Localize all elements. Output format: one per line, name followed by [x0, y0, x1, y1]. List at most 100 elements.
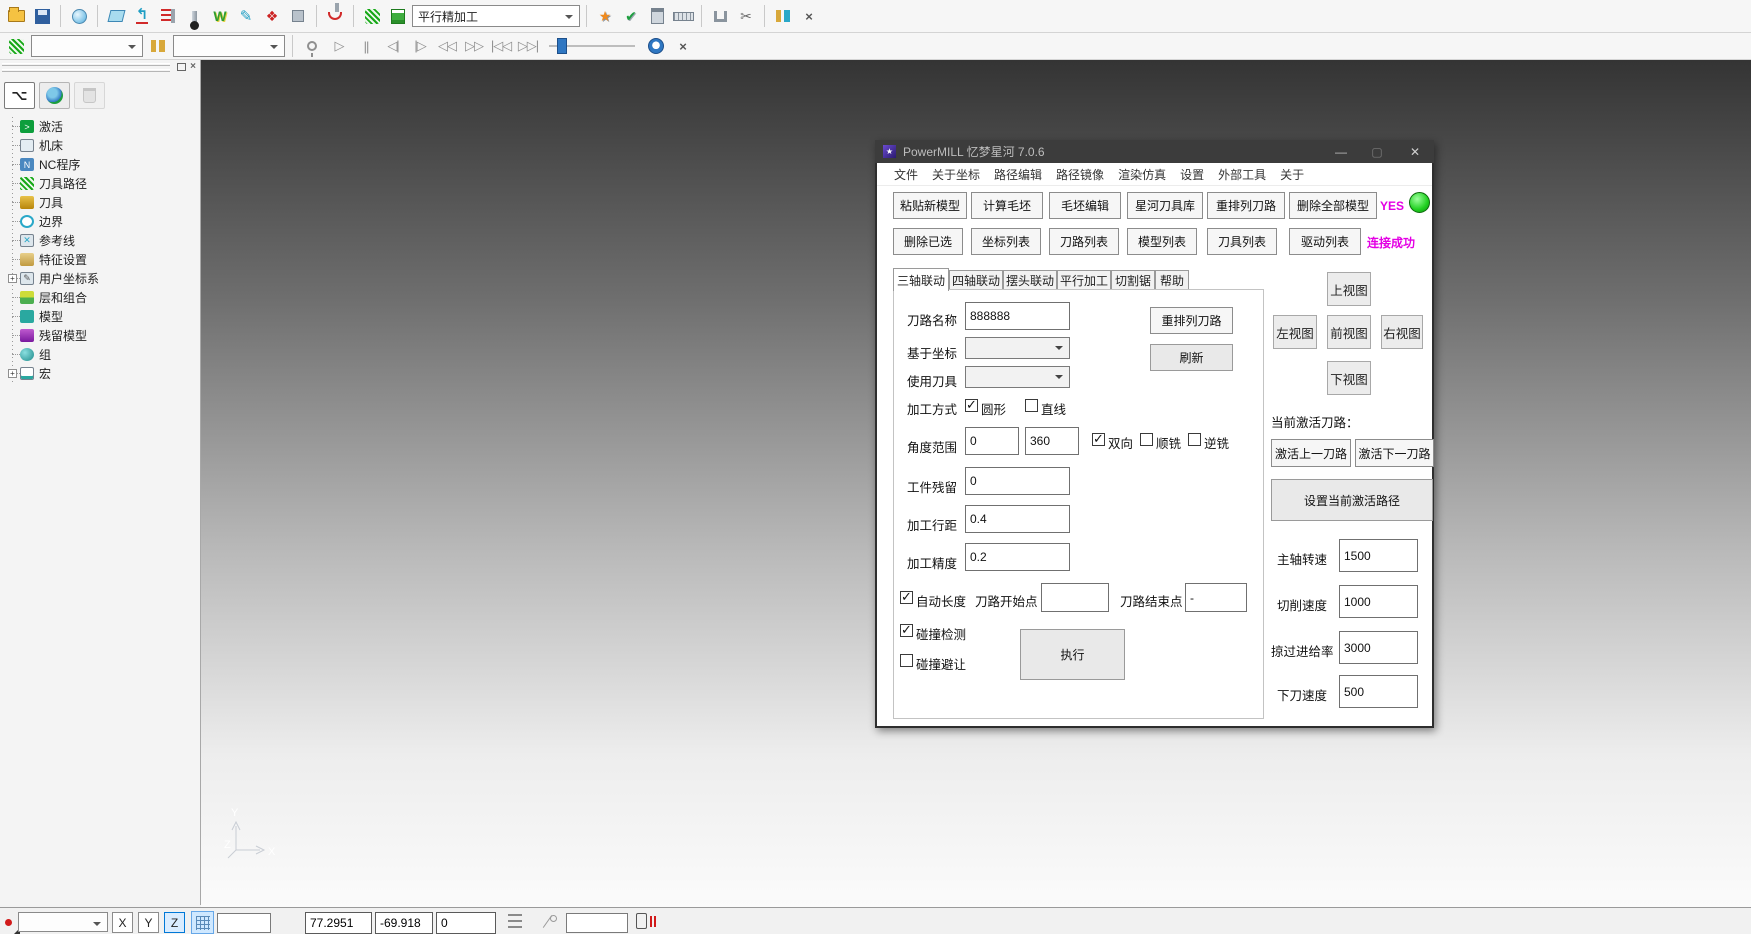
- ruler-icon[interactable]: [671, 3, 695, 29]
- activate-next-button[interactable]: 激活下一刀路: [1355, 439, 1434, 467]
- rearrange-button[interactable]: 重排列刀路: [1150, 307, 1233, 334]
- tree-view-tab[interactable]: ⌥: [4, 82, 35, 109]
- model-list-button[interactable]: 模型列表: [1127, 228, 1197, 255]
- calc-block-button[interactable]: 计算毛坯: [971, 192, 1043, 219]
- machine-pair-icon[interactable]: [771, 3, 795, 29]
- tree-item-activate[interactable]: >激活: [6, 117, 198, 136]
- menu-file[interactable]: 文件: [887, 166, 925, 183]
- collision-avoid-checkbox[interactable]: [900, 654, 913, 667]
- sim-toolpath-dropdown[interactable]: [31, 35, 143, 57]
- view-front-button[interactable]: 前视图: [1327, 315, 1371, 349]
- clipboard-pause-icon[interactable]: [636, 913, 647, 929]
- toolpath-strategy-icon[interactable]: ↰: [130, 3, 154, 29]
- tab-parallel[interactable]: 平行加工: [1057, 270, 1111, 290]
- xyz-list-icon[interactable]: [508, 914, 522, 929]
- execute-button[interactable]: 执行: [1020, 629, 1125, 680]
- start-point-input[interactable]: [1041, 583, 1109, 612]
- stock-input[interactable]: [965, 467, 1070, 495]
- expand-icon[interactable]: +: [8, 274, 17, 283]
- clamp-icon[interactable]: [708, 3, 732, 29]
- auto-length-checkbox[interactable]: [900, 591, 913, 604]
- delete-all-models-button[interactable]: 删除全部模型: [1289, 192, 1377, 219]
- tool-list-button[interactable]: 刀具列表: [1207, 228, 1277, 255]
- create-block-icon[interactable]: [104, 3, 128, 29]
- light-bulb-icon[interactable]: [300, 33, 324, 59]
- tree-item-patterns[interactable]: ✕参考线: [6, 231, 198, 250]
- menu-render-sim[interactable]: 渲染仿真: [1111, 166, 1173, 183]
- toolbar-close-icon[interactable]: ×: [797, 3, 821, 29]
- step-forward-icon[interactable]: |▷: [408, 33, 432, 59]
- tree-item-boundaries[interactable]: 边界: [6, 212, 198, 231]
- bidirectional-checkbox[interactable]: [1092, 433, 1105, 446]
- maximize-button[interactable]: ▢: [1360, 140, 1394, 163]
- conventional-checkbox[interactable]: [1188, 433, 1201, 446]
- dialog-titlebar[interactable]: ★ PowerMILL 忆梦星河 7.0.6 — ▢ ✕: [875, 140, 1434, 163]
- open-file-icon[interactable]: [4, 3, 28, 29]
- menu-settings[interactable]: 设置: [1173, 166, 1211, 183]
- tool-holder-icon[interactable]: [286, 3, 310, 29]
- tree-item-levels-sets[interactable]: 层和组合: [6, 288, 198, 307]
- axis-y-button[interactable]: Y: [138, 912, 159, 933]
- go-start-icon[interactable]: |◁◁: [489, 33, 513, 59]
- view-top-button[interactable]: 上视图: [1327, 272, 1371, 306]
- tree-item-feature-sets[interactable]: 特征设置: [6, 250, 198, 269]
- menu-path-edit[interactable]: 路径编辑: [987, 166, 1049, 183]
- refresh-button[interactable]: 刷新: [1150, 344, 1233, 371]
- coord-list-button[interactable]: 坐标列表: [971, 228, 1041, 255]
- pause-icon[interactable]: ||: [354, 33, 378, 59]
- coord-x-input[interactable]: [305, 912, 372, 934]
- coord-z-input[interactable]: [436, 912, 496, 934]
- star-tool-icon[interactable]: ★: [593, 3, 617, 29]
- sim-toolbar-close-icon[interactable]: ×: [671, 33, 695, 59]
- tree-item-groups[interactable]: 组: [6, 345, 198, 364]
- spindle-speed-input[interactable]: [1339, 539, 1418, 572]
- angle-start-input[interactable]: [965, 427, 1019, 455]
- tree-item-workplanes[interactable]: +✎用户坐标系: [6, 269, 198, 288]
- rewind-icon[interactable]: ◁◁: [435, 33, 459, 59]
- grid-size-input[interactable]: [217, 913, 271, 933]
- menu-external-tools[interactable]: 外部工具: [1211, 166, 1273, 183]
- verify-tool-icon[interactable]: ✔: [619, 3, 643, 29]
- delete-selected-button[interactable]: 删除已选: [893, 228, 963, 255]
- tab-3axis[interactable]: 三轴联动: [893, 268, 949, 291]
- cutting-feed-input[interactable]: [1339, 585, 1418, 618]
- strategy-dropdown[interactable]: 平行精加工: [412, 5, 580, 27]
- rearrange-toolpaths-button[interactable]: 重排列刀路: [1207, 192, 1285, 219]
- drive-list-button[interactable]: 驱动列表: [1289, 228, 1361, 255]
- tab-help[interactable]: 帮助: [1155, 270, 1189, 290]
- slider-handle[interactable]: [557, 38, 567, 54]
- globe-view-tab[interactable]: [39, 82, 70, 109]
- view-bottom-button[interactable]: 下视图: [1327, 361, 1371, 395]
- tab-saw[interactable]: 切割锯: [1111, 270, 1155, 290]
- tree-item-nc-program[interactable]: NNC程序: [6, 155, 198, 174]
- cut-tool-icon[interactable]: ✂: [734, 3, 758, 29]
- float-panel-icon[interactable]: [177, 63, 186, 71]
- collision-check-icon[interactable]: [323, 3, 347, 29]
- skim-feed-input[interactable]: [1339, 631, 1418, 664]
- clock-icon[interactable]: [644, 33, 668, 59]
- step-back-icon[interactable]: ◁|: [381, 33, 405, 59]
- sim-tool-dropdown[interactable]: [173, 35, 285, 57]
- set-active-path-button[interactable]: 设置当前激活路径: [1271, 479, 1433, 521]
- grid-toggle-button[interactable]: [191, 911, 214, 934]
- speed-slider[interactable]: [549, 37, 635, 55]
- toolpath-spring-icon[interactable]: [360, 3, 384, 29]
- axis-x-button[interactable]: X: [112, 912, 133, 933]
- paste-new-model-button[interactable]: 粘贴新模型: [893, 192, 967, 219]
- plunge-feed-input[interactable]: [1339, 675, 1418, 708]
- tab-4axis[interactable]: 四轴联动: [949, 270, 1003, 290]
- shade-render-icon[interactable]: [67, 3, 91, 29]
- collision-check-checkbox[interactable]: [900, 624, 913, 637]
- block-edit-button[interactable]: 毛坯编辑: [1049, 192, 1121, 219]
- tool-dropdown[interactable]: [965, 366, 1070, 388]
- pattern-icon[interactable]: ✎: [234, 3, 258, 29]
- mode-circle-checkbox[interactable]: [965, 399, 978, 412]
- toolpath-list-button[interactable]: 刀路列表: [1049, 228, 1119, 255]
- toolpath-name-input[interactable]: [965, 302, 1070, 330]
- tree-item-toolpaths[interactable]: 刀具路径: [6, 174, 198, 193]
- boundary-icon[interactable]: W: [208, 3, 232, 29]
- tree-item-models[interactable]: 模型: [6, 307, 198, 326]
- minimize-button[interactable]: —: [1324, 140, 1358, 163]
- dock-grip[interactable]: [2, 63, 170, 75]
- coord-y-input[interactable]: [375, 912, 433, 934]
